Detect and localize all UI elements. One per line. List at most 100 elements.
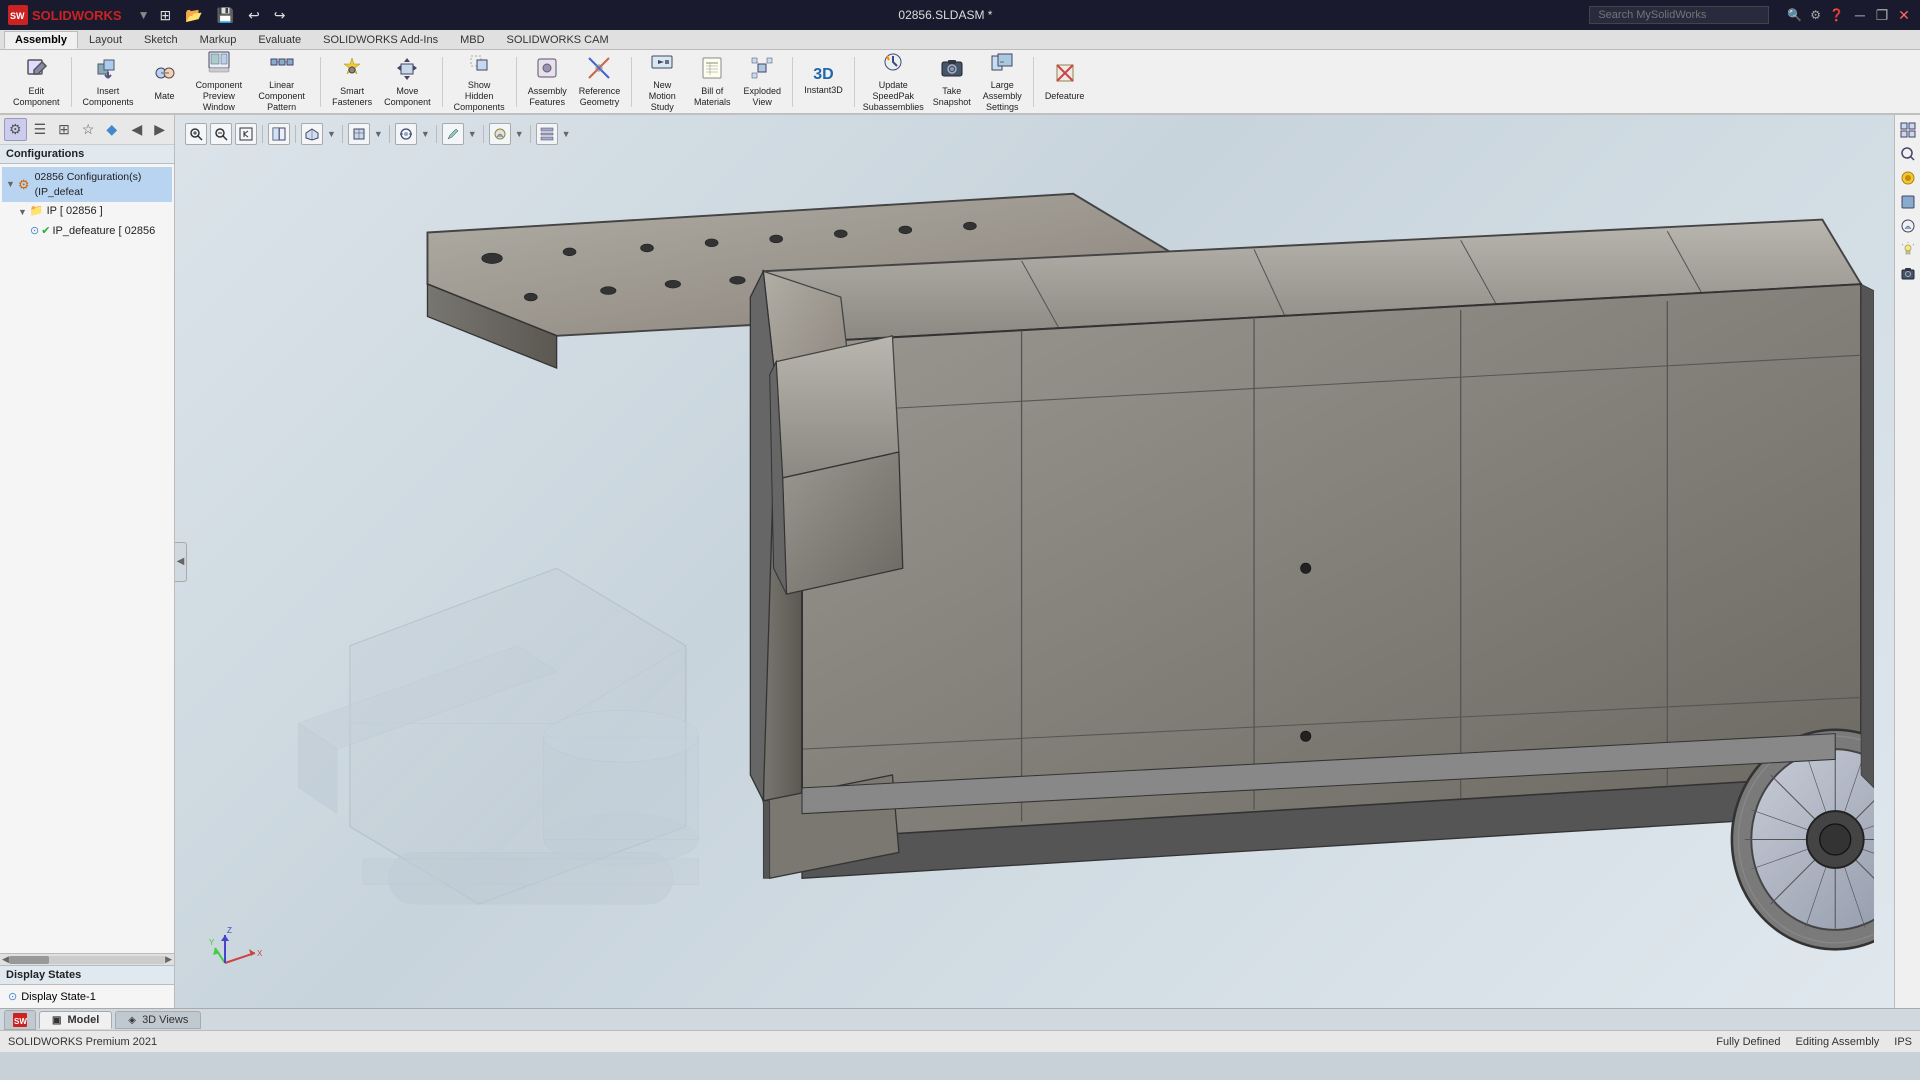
smart-fasteners-label: SmartFasteners [332,86,372,108]
panel-icon-grid[interactable]: ⊞ [53,118,75,141]
tab-solidworks-addins[interactable]: SOLIDWORKS Add-Ins [312,31,449,49]
qat-undo[interactable]: ↩ [244,5,264,26]
tree-toggle-1[interactable]: ▼ [18,206,27,219]
scroll-right-btn[interactable]: ▶ [165,954,172,965]
view-orientation-button[interactable] [301,123,323,145]
rt-appearance[interactable] [1897,167,1919,189]
tree-toggle-0[interactable]: ▼ [6,178,15,191]
assembly-features-button[interactable]: AssemblyFeatures [523,53,572,111]
tab-3dviews[interactable]: ◈ 3D Views [115,1011,201,1029]
exploded-view-button[interactable]: ExplodedView [738,53,786,111]
panel-nav-prev[interactable]: ◀ [126,118,147,141]
viewport[interactable]: ▼ ▼ ▼ ▼ ▼ ▼ [175,115,1894,1008]
panel-icon-star[interactable]: ☆ [77,118,100,141]
view-setting-button[interactable] [536,123,558,145]
apply-scene-dropdown[interactable]: ▼ [514,129,525,139]
search-input[interactable] [1589,6,1769,24]
restore-button[interactable]: ❐ [1874,7,1890,23]
scroll-thumb[interactable] [9,956,49,964]
edit-component-button[interactable]: EditComponent [8,53,65,111]
rt-lights[interactable] [1897,239,1919,261]
help-icon[interactable]: ❓ [1829,8,1844,22]
minimize-button[interactable]: ─ [1852,7,1868,23]
take-snapshot-button[interactable]: TakeSnapshot [928,53,976,111]
panel-icon-diamond[interactable]: ◆ [101,118,122,141]
rt-view-selector[interactable] [1897,119,1919,141]
qat-redo[interactable]: ↪ [270,5,290,26]
close-button[interactable]: ✕ [1896,7,1912,23]
tab-mbd[interactable]: MBD [449,31,495,49]
apply-scene-button[interactable] [489,123,511,145]
tab-sketch[interactable]: Sketch [133,31,189,49]
tree-label-ip: IP [ 02856 ] [47,204,103,219]
large-assembly-label: LargeAssemblySettings [983,80,1022,112]
panel-icon-feature[interactable]: ⚙ [4,118,27,141]
tab-evaluate[interactable]: Evaluate [247,31,312,49]
settings-icon[interactable]: ⚙ [1810,8,1821,22]
view-orientation-dropdown[interactable]: ▼ [326,129,337,139]
instant3d-button[interactable]: 3D Instant3D [799,53,848,111]
zoom-area-button[interactable] [210,123,232,145]
scroll-left-btn[interactable]: ◀ [2,954,9,965]
update-speedpak-icon [881,50,905,78]
tree-item-config[interactable]: ▼ ⚙ 02856 Configuration(s) (IP_defeat [2,167,172,202]
statusbar: SOLIDWORKS Premium 2021 Fully Defined Ed… [0,1030,1920,1052]
window-title: 02856.SLDASM * [302,8,1590,22]
axis-indicator: X Y Z [205,923,265,983]
qat-new[interactable]: ⊞ [155,5,175,26]
sep2 [320,57,321,107]
assembly-features-label: AssemblyFeatures [528,86,567,108]
panel-collapse-handle[interactable]: ◀ [175,542,187,582]
display-style-button[interactable] [348,123,370,145]
rt-materials[interactable] [1897,191,1919,213]
qat-save[interactable]: 💾 [213,5,238,26]
tree-item-ip-defeature[interactable]: ⊙ ✔ IP_defeature [ 02856 [26,222,172,241]
tab-3dviews-label: 3D Views [142,1014,188,1026]
qat-open[interactable]: 📂 [181,5,206,26]
show-hidden-components-button[interactable]: ShowHiddenComponents [449,53,510,111]
panel-nav-next[interactable]: ▶ [149,118,170,141]
defeature-button[interactable]: Defeature [1040,53,1090,111]
panel-hscroll[interactable]: ◀ ▶ [0,953,174,965]
bill-of-materials-button[interactable]: Bill ofMaterials [688,53,736,111]
search-icon[interactable]: 🔍 [1787,8,1802,22]
zoom-to-fit-button[interactable] [185,123,207,145]
smart-fasteners-button[interactable]: SmartFasteners [327,53,377,111]
tab-model[interactable]: ▣ Model [39,1011,112,1029]
tree-item-ip[interactable]: ▼ 📁 IP [ 02856 ] [14,202,172,221]
new-motion-study-button[interactable]: NewMotionStudy [638,53,686,111]
panel-icon-list[interactable]: ☰ [29,118,52,141]
tab-markup[interactable]: Markup [189,31,248,49]
status-left: SOLIDWORKS Premium 2021 [8,1036,1706,1048]
move-component-button[interactable]: MoveComponent [379,53,436,111]
update-speedpak-button[interactable]: UpdateSpeedPakSubassemblies [861,53,926,111]
window-controls: ─ ❐ ✕ [1852,7,1912,23]
tab-3dviews-icon: ◈ [128,1015,136,1026]
hide-show-button[interactable] [395,123,417,145]
display-state-item[interactable]: ⊙ Display State-1 [6,988,168,1005]
insert-components-button[interactable]: InsertComponents [78,53,139,111]
rt-decals[interactable] [1897,215,1919,237]
hide-show-dropdown[interactable]: ▼ [420,129,431,139]
rt-search[interactable] [1897,143,1919,165]
reference-geometry-button[interactable]: ReferenceGeometry [574,53,626,111]
large-assembly-icon [990,50,1014,78]
edit-component-icon [24,56,48,84]
tab-solidworks-cam[interactable]: SOLIDWORKS CAM [496,31,620,49]
edit-appearance-dropdown[interactable]: ▼ [467,129,478,139]
svg-text:X: X [257,949,263,958]
display-style-dropdown[interactable]: ▼ [373,129,384,139]
tab-layout[interactable]: Layout [78,31,133,49]
edit-appearance-button[interactable] [442,123,464,145]
linear-component-pattern-button[interactable]: Linear ComponentPattern [249,53,314,111]
view-setting-dropdown[interactable]: ▼ [561,129,572,139]
mate-button[interactable]: Mate [141,53,189,111]
large-assembly-button[interactable]: LargeAssemblySettings [978,53,1027,111]
tab-solidworks-icon[interactable]: SW [4,1010,36,1030]
component-preview-button[interactable]: ComponentPreviewWindow [191,53,248,111]
status-right: Fully Defined Editing Assembly IPS [1716,1036,1912,1048]
section-view-button[interactable] [268,123,290,145]
tab-assembly[interactable]: Assembly [4,31,78,49]
rt-cameras[interactable] [1897,263,1919,285]
prev-view-button[interactable] [235,123,257,145]
